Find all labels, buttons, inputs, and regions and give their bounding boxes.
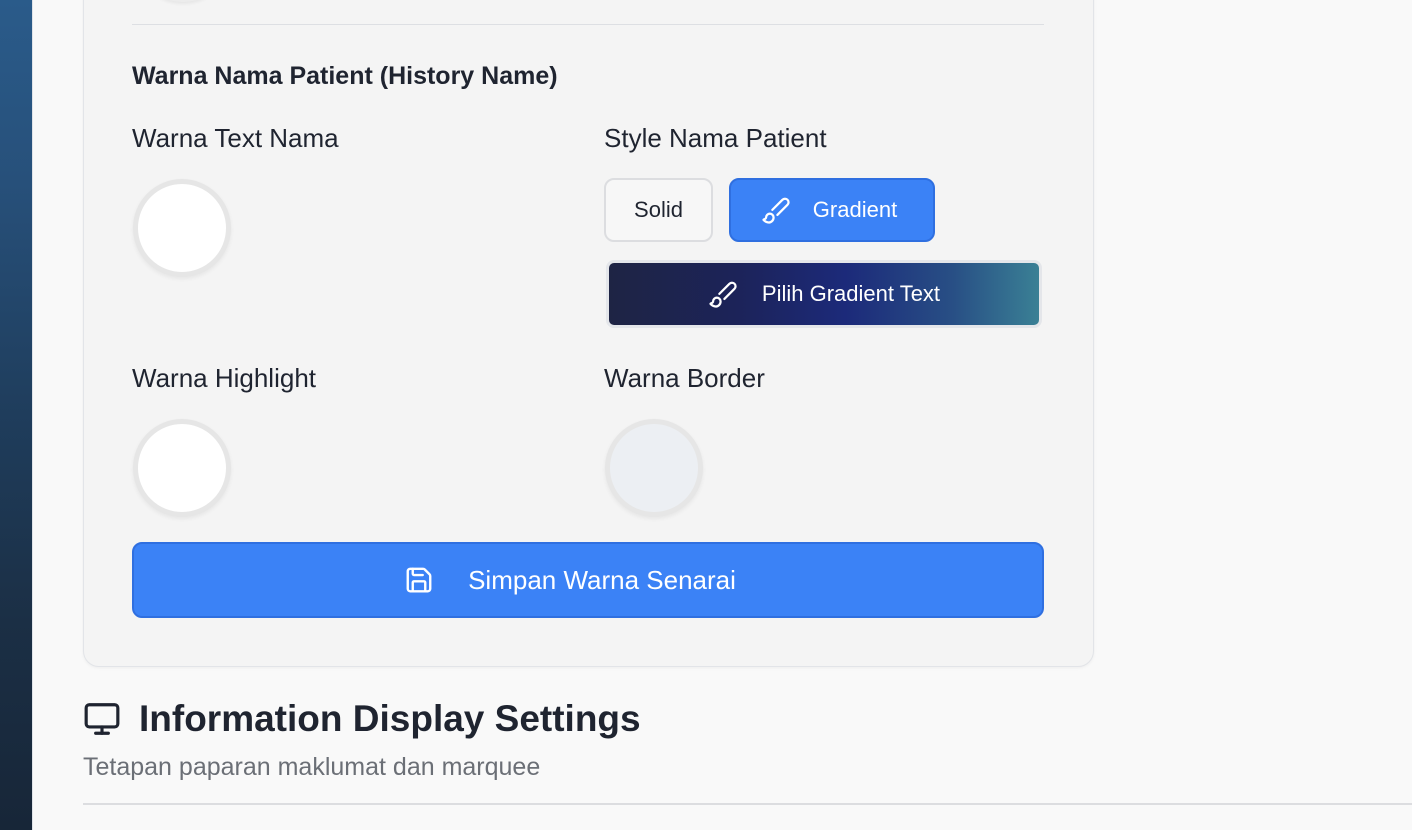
info-section-title: Information Display Settings [139, 698, 641, 739]
info-section-header: Information Display Settings [83, 698, 641, 740]
border-color-label: Warna Border [604, 363, 765, 393]
section-title: Warna Nama Patient (History Name) [132, 62, 558, 90]
save-colors-button[interactable]: Simpan Warna Senarai [132, 542, 1044, 618]
border-color-swatch[interactable] [605, 419, 703, 517]
paintbrush-icon [708, 279, 738, 309]
style-solid-label: Solid [634, 197, 683, 222]
save-colors-label: Simpan Warna Senarai [468, 564, 736, 595]
monitor-icon [83, 700, 121, 738]
text-color-label: Warna Text Nama [132, 123, 339, 153]
section-divider [132, 24, 1044, 25]
info-section-divider [83, 803, 1412, 805]
highlight-color-label: Warna Highlight [132, 363, 317, 393]
save-icon [404, 565, 434, 595]
style-solid-button[interactable]: Solid [604, 178, 713, 242]
text-color-swatch[interactable] [133, 179, 231, 277]
pick-gradient-label: Pilih Gradient Text [761, 281, 941, 306]
info-section-subtitle: Tetapan paparan maklumat dan marquee [83, 753, 541, 781]
style-label: Style Nama Patient [604, 123, 827, 153]
sidebar-strip [0, 0, 33, 830]
style-gradient-button[interactable]: Gradient [729, 178, 935, 242]
style-gradient-label: Gradient [812, 197, 898, 222]
pick-gradient-text-button[interactable]: Pilih Gradient Text [606, 260, 1042, 328]
paintbrush-icon [761, 195, 791, 225]
highlight-color-swatch[interactable] [133, 419, 231, 517]
